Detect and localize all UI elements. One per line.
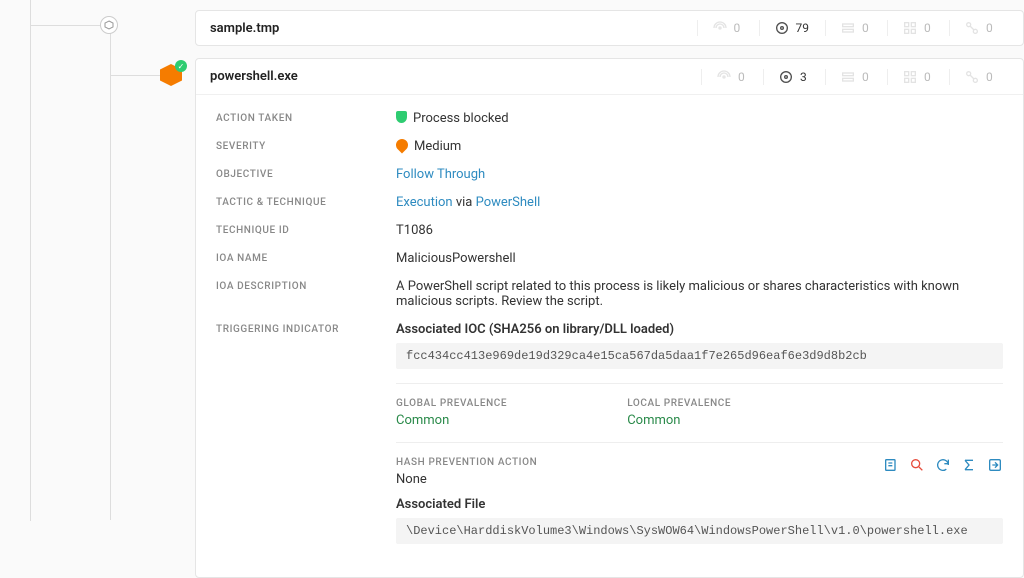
action-edit-icon[interactable]	[883, 457, 899, 477]
value-global-prevalence: Common	[396, 413, 507, 428]
link-tactic[interactable]: Execution	[396, 195, 453, 210]
stat-process: 0	[887, 69, 947, 85]
value-ioa-name: MaliciousPowershell	[396, 251, 1003, 266]
action-sigma-icon[interactable]	[961, 457, 977, 477]
tree-node-badge-check: ✓	[175, 60, 187, 72]
link-objective[interactable]: Follow Through	[396, 167, 485, 182]
value-technique-id: T1086	[396, 223, 1003, 238]
associated-file-title: Associated File	[396, 497, 1003, 512]
link-technique[interactable]: PowerShell	[476, 195, 541, 210]
stat-registry: 0	[825, 20, 885, 36]
label-ioa-name: IOA NAME	[216, 251, 396, 264]
process-name: powershell.exe	[210, 69, 701, 84]
stat-registry: 0	[825, 69, 885, 85]
stat-disk: 79	[759, 20, 824, 36]
action-search-icon[interactable]	[909, 457, 925, 477]
stat-process: 0	[887, 20, 947, 36]
stat-network: 0	[701, 69, 761, 85]
stat-network: 0	[697, 20, 757, 36]
label-triggering-indicator: TRIGGERING INDICATOR	[216, 322, 396, 335]
tree-node-parent[interactable]	[100, 16, 118, 34]
label-severity: SEVERITY	[216, 139, 396, 152]
value-local-prevalence: Common	[627, 413, 731, 428]
stat-disk: 3	[763, 69, 823, 85]
label-technique-id: TECHNIQUE ID	[216, 223, 396, 236]
action-refresh-icon[interactable]	[935, 457, 951, 477]
label-action-taken: ACTION TAKEN	[216, 111, 396, 124]
process-detail-card: powershell.exe 0 3 0 0	[195, 58, 1024, 578]
value-hash-prevention: None	[396, 472, 537, 487]
severity-icon	[394, 137, 411, 154]
label-local-prevalence: LOCAL PREVALENCE	[627, 398, 731, 409]
ioc-hash[interactable]: fcc434cc413e969de19d329ca4e15ca567da5daa…	[396, 343, 1003, 369]
value-action-taken: Process blocked	[396, 111, 1003, 126]
stat-dns: 0	[949, 20, 1009, 36]
label-objective: OBJECTIVE	[216, 167, 396, 180]
value-ioa-description: A PowerShell script related to this proc…	[396, 279, 1003, 309]
associated-file-path[interactable]: \Device\HarddiskVolume3\Windows\SysWOW64…	[396, 518, 1003, 544]
label-hash-prevention: HASH PREVENTION ACTION	[396, 457, 537, 468]
process-row-parent[interactable]: sample.tmp 0 79 0 0 0	[195, 10, 1024, 46]
ioc-title: Associated IOC (SHA256 on library/DLL lo…	[396, 322, 1003, 337]
label-global-prevalence: GLOBAL PREVALENCE	[396, 398, 507, 409]
process-name: sample.tmp	[210, 21, 697, 36]
value-severity: Medium	[396, 139, 1003, 154]
shield-icon	[396, 111, 407, 123]
label-tactic-technique: TACTIC & TECHNIQUE	[216, 195, 396, 208]
stat-dns: 0	[949, 69, 1009, 85]
label-ioa-description: IOA DESCRIPTION	[216, 279, 396, 292]
action-export-icon[interactable]	[987, 457, 1003, 477]
